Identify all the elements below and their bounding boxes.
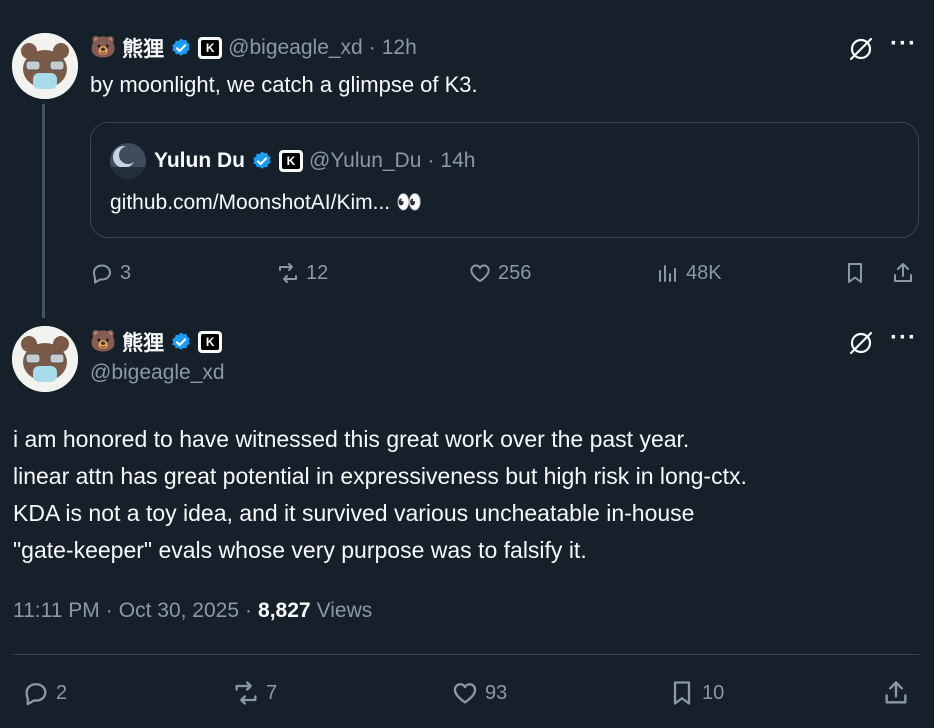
bookmark-icon — [673, 681, 691, 705]
user-handle[interactable]: @bigeagle_xd — [90, 361, 225, 385]
views-label: Views — [316, 599, 373, 622]
grok-icon[interactable] — [846, 328, 876, 363]
views-button[interactable]: 48K — [656, 261, 722, 285]
tweet-text-line: "gate-keeper" evals whose very purpose w… — [13, 537, 587, 563]
repost-button[interactable]: 7 — [232, 679, 277, 707]
share-button[interactable] — [891, 261, 915, 285]
like-count: 93 — [485, 681, 508, 704]
separator-dot: · — [245, 599, 253, 622]
user-handle[interactable]: @bigeagle_xd — [228, 36, 363, 60]
bear-avatar-icon — [12, 326, 78, 392]
share-icon — [885, 681, 907, 704]
tweet-text-line: i am honored to have witnessed this grea… — [13, 426, 690, 452]
avatar[interactable] — [12, 326, 78, 392]
quoted-text[interactable]: github.com/MoonshotAI/Kim... 👀 — [110, 188, 422, 218]
affiliate-badge-icon[interactable]: K — [279, 150, 303, 172]
tweet-body: i am honored to have witnessed this grea… — [13, 421, 923, 569]
like-button[interactable]: 93 — [451, 679, 507, 707]
grok-icon[interactable] — [846, 34, 876, 69]
bookmark-count: 10 — [702, 681, 725, 704]
more-options-icon[interactable]: ··· — [890, 324, 917, 352]
post-date[interactable]: Oct 30, 2025 — [119, 599, 239, 623]
repost-icon — [279, 263, 297, 283]
separator-dot: · — [105, 599, 113, 622]
reply-count: 3 — [120, 261, 132, 284]
repost-count: 12 — [306, 261, 329, 284]
tweet-text-line: KDA is not a toy idea, and it survived v… — [13, 500, 695, 526]
quoted-avatar[interactable] — [110, 143, 146, 179]
repost-icon — [235, 681, 257, 705]
share-icon — [894, 263, 912, 282]
tweet2-header: 🐻 熊狸 K — [90, 327, 223, 357]
views-count: 8,827 — [258, 599, 311, 622]
more-options-icon[interactable]: ··· — [890, 30, 917, 58]
quoted-display-name[interactable]: Yulun Du — [154, 149, 245, 173]
analytics-icon — [659, 265, 676, 282]
post-time[interactable]: 11:11 PM — [13, 599, 100, 623]
reply-icon — [25, 683, 47, 706]
affiliate-badge-icon[interactable]: K — [198, 331, 223, 353]
affiliate-badge-icon[interactable]: K — [198, 37, 223, 59]
repost-count: 7 — [266, 681, 278, 704]
quoted-timestamp[interactable]: 14h — [440, 149, 475, 173]
bookmark-button[interactable] — [843, 261, 867, 285]
verified-badge-icon[interactable] — [170, 37, 192, 59]
heart-icon — [453, 683, 477, 704]
verified-badge-icon[interactable] — [170, 331, 192, 353]
tweet-text-line: linear attn has great potential in expre… — [13, 463, 747, 489]
quoted-handle[interactable]: @Yulun_Du — [309, 149, 421, 173]
tweet1-header: 🐻 熊狸 K @bigeagle_xd · 12h — [90, 33, 417, 63]
views-count: 48K — [686, 261, 722, 284]
reply-button[interactable]: 3 — [90, 261, 131, 285]
display-name[interactable]: 熊狸 — [122, 33, 164, 63]
repost-button[interactable]: 12 — [276, 261, 328, 285]
heart-icon — [470, 264, 490, 282]
quoted-header: Yulun Du K @Yulun_Du · 14h — [154, 146, 475, 176]
quoted-tweet-card[interactable] — [90, 122, 919, 238]
verified-badge-icon[interactable] — [251, 150, 273, 172]
share-button[interactable] — [882, 679, 910, 707]
bookmark-button[interactable]: 10 — [668, 679, 724, 707]
reply-icon — [93, 264, 111, 284]
separator-dot: · — [427, 149, 435, 172]
display-name[interactable]: 熊狸 — [122, 327, 164, 357]
separator-dot: · — [368, 36, 376, 59]
reply-count: 2 — [56, 681, 68, 704]
thread-connector-line — [42, 104, 45, 318]
tweet-text: by moonlight, we catch a glimpse of K3. — [90, 72, 478, 97]
name-emoji: 🐻 — [90, 36, 117, 59]
bookmark-icon — [848, 263, 862, 283]
timestamp[interactable]: 12h — [382, 36, 417, 60]
divider — [13, 654, 919, 655]
like-button[interactable]: 256 — [468, 261, 531, 285]
name-emoji: 🐻 — [90, 330, 117, 353]
bear-avatar-icon — [12, 33, 78, 99]
reply-button[interactable]: 2 — [22, 679, 67, 707]
tweet-meta: 11:11 PM · Oct 30, 2025 · 8,827 Views — [13, 599, 372, 623]
moon-avatar-icon — [110, 143, 146, 179]
avatar[interactable] — [12, 33, 78, 99]
like-count: 256 — [498, 261, 532, 284]
